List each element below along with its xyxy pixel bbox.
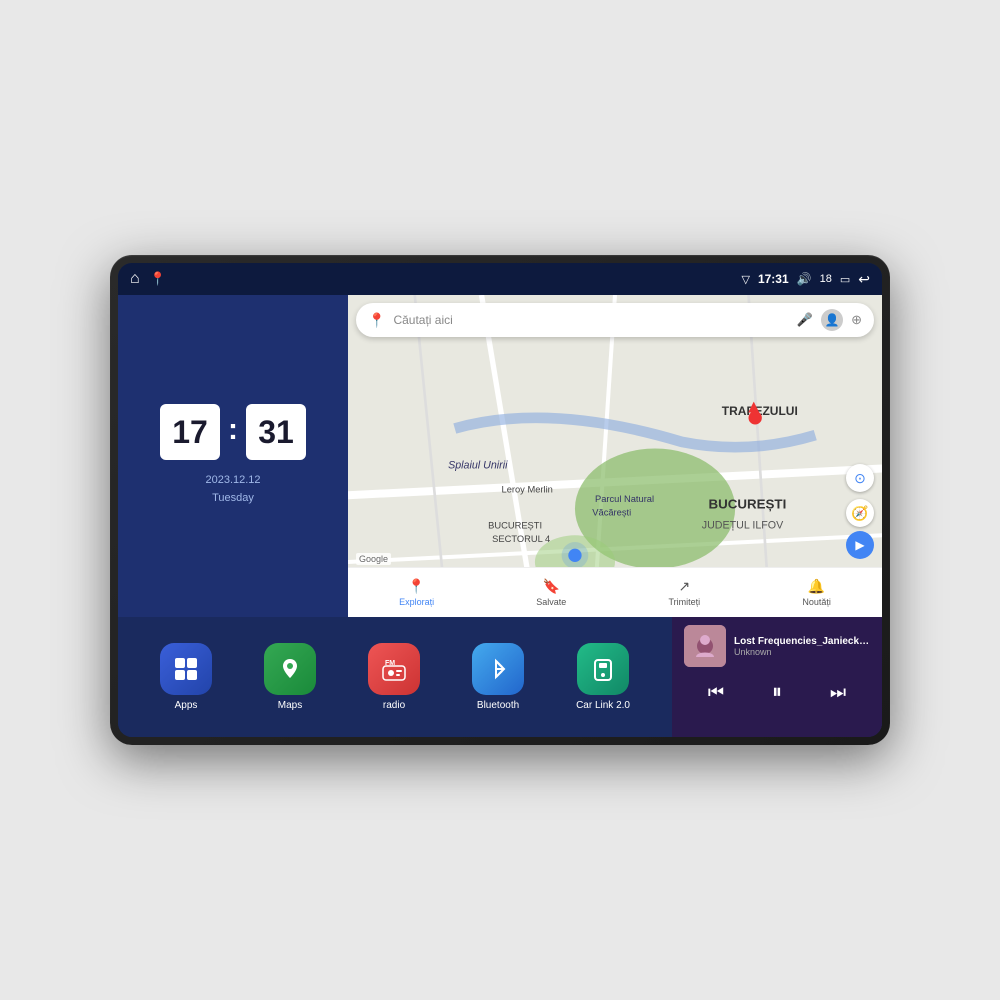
map-tab-explore[interactable]: 📍 Explorați (399, 578, 434, 607)
radio-icon: FM (368, 643, 420, 695)
app-item-carlink[interactable]: Car Link 2.0 (576, 643, 630, 711)
music-panel: Lost Frequencies_Janieck Devy-... Unknow… (672, 617, 882, 737)
day-value: Tuesday (212, 492, 254, 504)
saved-label: Salvate (536, 597, 566, 607)
map-location-button[interactable]: ⊙ (846, 464, 874, 492)
saved-icon: 🔖 (543, 578, 560, 595)
signal-icon: ▽ (741, 273, 749, 286)
date-display: 2023.12.12 Tuesday (205, 472, 260, 507)
app-icons-panel: Apps Maps (118, 617, 672, 737)
map-bottom-bar: 📍 Explorați 🔖 Salvate ↗ Trimiteți 🔔 Nout… (348, 567, 882, 617)
radio-label: radio (383, 700, 405, 711)
clock-colon: : (228, 413, 238, 447)
clock-hour: 17 (160, 404, 220, 460)
svg-text:FM: FM (385, 660, 395, 667)
music-title: Lost Frequencies_Janieck Devy-... (734, 636, 870, 647)
user-avatar[interactable]: 👤 (821, 309, 843, 331)
maps-status-icon[interactable]: 📍 (150, 271, 166, 287)
status-bar-left: ⌂ 📍 (130, 270, 166, 288)
voice-search-icon[interactable]: 🎤 (797, 312, 813, 328)
google-logo: Google (356, 553, 391, 565)
device-screen: ⌂ 📍 ▽ 17:31 🔊 18 ▭ ↩ 17 : 31 (118, 263, 882, 737)
music-info: Lost Frequencies_Janieck Devy-... Unknow… (684, 625, 870, 667)
explore-label: Explorați (399, 597, 434, 607)
back-icon[interactable]: ↩ (858, 271, 870, 288)
map-search-actions: 🎤 👤 ⊕ (797, 309, 862, 331)
map-search-placeholder[interactable]: Căutați aici (393, 313, 788, 327)
map-panel[interactable]: TRAPEZULUI BUCUREȘTI JUDEȚUL ILFOV BERCE… (348, 295, 882, 617)
maps-label: Maps (278, 700, 302, 711)
apps-icon (160, 643, 212, 695)
car-display-device: ⌂ 📍 ▽ 17:31 🔊 18 ▭ ↩ 17 : 31 (110, 255, 890, 745)
map-navigate-button[interactable]: ▶ (846, 531, 874, 559)
svg-text:SECTORUL 4: SECTORUL 4 (492, 534, 550, 544)
svg-text:BUCUREȘTI: BUCUREȘTI (708, 497, 786, 512)
map-tab-share[interactable]: ↗ Trimiteți (669, 578, 701, 607)
music-artist: Unknown (734, 647, 870, 657)
explore-icon: 📍 (408, 578, 425, 595)
app-item-maps[interactable]: Maps (264, 643, 316, 711)
maps-icon (264, 643, 316, 695)
map-tab-news[interactable]: 🔔 Noutăți (802, 578, 831, 607)
map-compass[interactable]: 🧭 (846, 499, 874, 527)
layers-icon[interactable]: ⊕ (851, 312, 862, 328)
app-item-radio[interactable]: FM radio (368, 643, 420, 711)
svg-text:Văcărești: Văcărești (592, 507, 631, 517)
battery-icon: ▭ (840, 273, 850, 286)
map-tab-saved[interactable]: 🔖 Salvate (536, 578, 566, 607)
svg-text:BUCUREȘTI: BUCUREȘTI (488, 521, 542, 531)
share-label: Trimiteți (669, 597, 701, 607)
music-details: Lost Frequencies_Janieck Devy-... Unknow… (734, 636, 870, 657)
bluetooth-label: Bluetooth (477, 700, 519, 711)
prev-button[interactable]: ⏮ (700, 678, 732, 707)
music-controls: ⏮ ⏸ ⏭ (684, 677, 870, 708)
app-item-bluetooth[interactable]: Bluetooth (472, 643, 524, 711)
news-icon: 🔔 (808, 578, 825, 595)
status-bar-right: ▽ 17:31 🔊 18 ▭ ↩ (741, 271, 870, 288)
carlink-label: Car Link 2.0 (576, 700, 630, 711)
status-bar: ⌂ 📍 ▽ 17:31 🔊 18 ▭ ↩ (118, 263, 882, 295)
news-label: Noutăți (802, 597, 831, 607)
apps-label: Apps (175, 700, 198, 711)
app-item-apps[interactable]: Apps (160, 643, 212, 711)
clock-widget: 17 : 31 (160, 404, 306, 460)
svg-text:▲: ▲ (744, 395, 763, 416)
svg-text:Parcul Natural: Parcul Natural (595, 494, 654, 504)
battery-level: 18 (820, 273, 832, 285)
svg-text:Leroy Merlin: Leroy Merlin (502, 485, 553, 495)
carlink-icon (577, 643, 629, 695)
share-icon: ↗ (678, 578, 690, 595)
bluetooth-icon (472, 643, 524, 695)
svg-text:JUDEȚUL ILFOV: JUDEȚUL ILFOV (702, 520, 784, 532)
volume-icon: 🔊 (797, 272, 812, 286)
clock-panel: 17 : 31 2023.12.12 Tuesday (118, 295, 348, 617)
map-search-bar[interactable]: 📍 Căutați aici 🎤 👤 ⊕ (356, 303, 874, 337)
album-art (684, 625, 726, 667)
status-time: 17:31 (758, 272, 789, 286)
svg-text:Splaiul Unirii: Splaiul Unirii (448, 460, 508, 472)
date-value: 2023.12.12 (205, 474, 260, 486)
bottom-section: Apps Maps (118, 617, 882, 737)
play-pause-button[interactable]: ⏸ (764, 677, 790, 708)
next-button[interactable]: ⏭ (822, 678, 854, 707)
map-pin-icon: 📍 (368, 312, 385, 329)
clock-minute: 31 (246, 404, 306, 460)
home-icon[interactable]: ⌂ (130, 270, 140, 288)
main-content: 17 : 31 2023.12.12 Tuesday (118, 295, 882, 617)
